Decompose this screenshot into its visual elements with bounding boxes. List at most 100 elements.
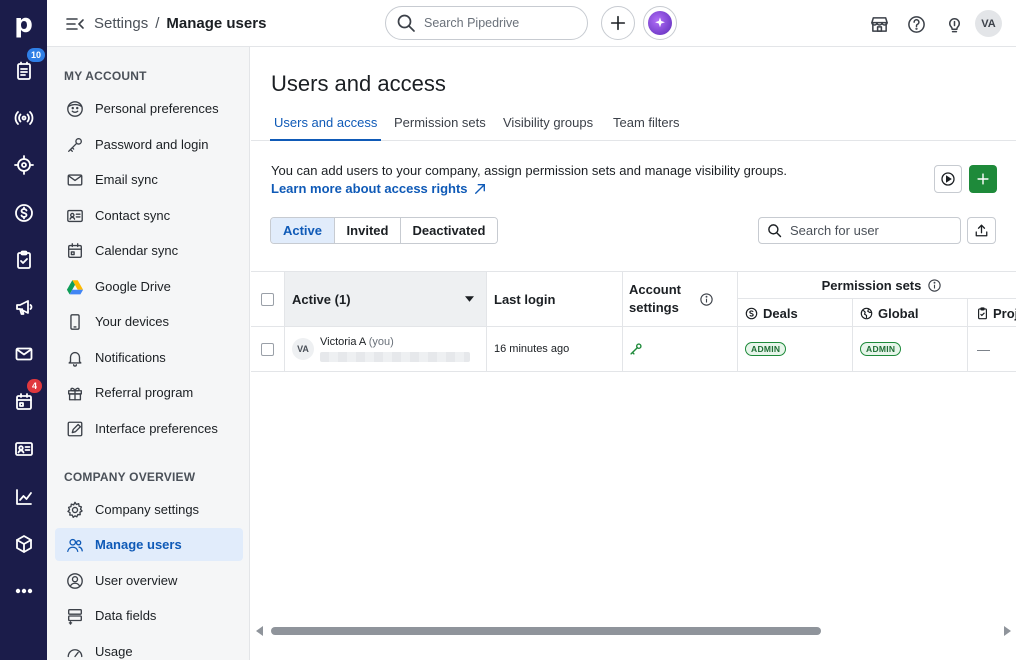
sidebar-item-label: Google Drive bbox=[95, 279, 171, 294]
lightbulb-icon[interactable] bbox=[943, 13, 965, 35]
sidebar-item-label: Interface preferences bbox=[95, 421, 218, 436]
sidebar-item-interface-preferences[interactable]: Interface preferences bbox=[55, 412, 243, 445]
products-icon[interactable] bbox=[11, 531, 37, 557]
row-checkbox[interactable] bbox=[261, 342, 274, 356]
user-cell[interactable]: VA Victoria A (you) bbox=[285, 327, 487, 371]
plus-icon bbox=[977, 173, 989, 185]
global-search-input[interactable]: Search Pipedrive bbox=[385, 6, 588, 40]
select-all-checkbox[interactable] bbox=[261, 292, 274, 306]
filter-invited-button[interactable]: Invited bbox=[335, 218, 401, 243]
quick-add-button[interactable] bbox=[601, 6, 635, 40]
logo-letter: p bbox=[14, 8, 33, 39]
insights-icon[interactable] bbox=[11, 484, 37, 510]
top-bar: Settings / Manage users Search Pipedrive… bbox=[47, 0, 1016, 47]
projects-permission-cell[interactable]: — bbox=[968, 327, 1016, 371]
gauge-icon bbox=[65, 642, 85, 660]
column-header-last-login[interactable]: Last login bbox=[487, 272, 623, 326]
tab-visibility-groups[interactable]: Visibility groups bbox=[503, 115, 593, 141]
info-icon[interactable] bbox=[927, 278, 942, 293]
calendar-icon bbox=[65, 241, 85, 261]
play-circle-icon bbox=[941, 172, 955, 186]
filter-active-button[interactable]: Active bbox=[271, 218, 335, 243]
deals-admin-badge: ADMIN bbox=[745, 342, 787, 356]
megaphone-icon[interactable] bbox=[11, 294, 37, 320]
user-avatar[interactable]: VA bbox=[975, 10, 1002, 37]
tasks-icon[interactable] bbox=[11, 247, 37, 273]
filter-deactivated-button[interactable]: Deactivated bbox=[401, 218, 497, 243]
sidebar-item-usage[interactable]: Usage bbox=[55, 635, 243, 660]
bell-icon bbox=[65, 348, 85, 368]
sidebar-item-your-devices[interactable]: Your devices bbox=[55, 305, 243, 338]
export-button[interactable] bbox=[967, 217, 996, 244]
horizontal-scrollbar[interactable] bbox=[251, 623, 1016, 639]
column-header-global[interactable]: Global bbox=[853, 299, 968, 327]
sidebar-item-calendar-sync[interactable]: Calendar sync bbox=[55, 234, 243, 267]
marketplace-icon[interactable] bbox=[868, 13, 890, 35]
key-icon bbox=[65, 135, 85, 155]
sidebar-item-notifications[interactable]: Notifications bbox=[55, 341, 243, 374]
scroll-left-arrow[interactable] bbox=[256, 626, 263, 636]
google-drive-icon bbox=[65, 277, 85, 297]
gear-icon bbox=[65, 500, 85, 520]
sidebar-item-company-settings[interactable]: Company settings bbox=[55, 493, 243, 526]
column-header-deals[interactable]: Deals bbox=[738, 299, 853, 327]
column-header-active[interactable]: Active (1) bbox=[285, 272, 487, 326]
sidebar-item-personal-preferences[interactable]: Personal preferences bbox=[55, 92, 243, 125]
breadcrumb-parent[interactable]: Settings bbox=[94, 15, 148, 32]
page-description: You can add users to your company, assig… bbox=[271, 163, 787, 178]
pipedrive-logo[interactable]: p bbox=[0, 0, 47, 47]
key-icon[interactable] bbox=[629, 342, 643, 356]
contacts-icon[interactable] bbox=[11, 436, 37, 462]
sidebar-item-password-login[interactable]: Password and login bbox=[55, 128, 243, 161]
tab-team-filters[interactable]: Team filters bbox=[613, 115, 679, 141]
sidebar-item-label: Password and login bbox=[95, 137, 209, 152]
column-deals-label: Deals bbox=[763, 305, 798, 321]
table-row[interactable]: VA Victoria A (you) 16 minutes ago ADMIN… bbox=[251, 327, 1016, 372]
broadcast-icon[interactable] bbox=[11, 105, 37, 131]
sidebar-item-label: User overview bbox=[95, 573, 178, 588]
scroll-thumb[interactable] bbox=[271, 627, 821, 635]
sidebar-item-contact-sync[interactable]: Contact sync bbox=[55, 199, 243, 232]
sidebar-item-manage-users[interactable]: Manage users bbox=[55, 528, 243, 561]
you-tag: (you) bbox=[368, 336, 394, 348]
main-content: Users and access Users and access Permis… bbox=[251, 48, 1016, 660]
sidebar-item-data-fields[interactable]: Data fields bbox=[55, 599, 243, 632]
add-user-button[interactable] bbox=[969, 165, 997, 193]
target-icon[interactable] bbox=[11, 152, 37, 178]
scroll-right-arrow[interactable] bbox=[1004, 626, 1011, 636]
dollar-icon[interactable] bbox=[11, 200, 37, 226]
sidebar-item-google-drive[interactable]: Google Drive bbox=[55, 270, 243, 303]
sidebar-item-label: Email sync bbox=[95, 172, 158, 187]
learn-more-link[interactable]: Learn more about access rights bbox=[271, 181, 486, 196]
ai-assistant-button[interactable] bbox=[643, 6, 677, 40]
help-icon[interactable] bbox=[905, 13, 927, 35]
global-permission-cell[interactable]: ADMIN bbox=[853, 327, 968, 371]
video-tutorial-button[interactable] bbox=[934, 165, 962, 193]
sidebar-item-label: Notifications bbox=[95, 350, 166, 365]
mail-icon[interactable] bbox=[11, 341, 37, 367]
activities-badge: 10 bbox=[27, 48, 46, 62]
users-table: Active (1) Last login Account settings P… bbox=[251, 271, 1016, 372]
user-search-input[interactable]: Search for user bbox=[758, 217, 961, 244]
sidebar-item-label: Data fields bbox=[95, 608, 157, 623]
app-rail: p 10 4 bbox=[0, 0, 47, 660]
plus-icon bbox=[610, 15, 626, 31]
info-icon[interactable] bbox=[699, 292, 714, 307]
table-header-row: Active (1) Last login Account settings P… bbox=[251, 271, 1016, 327]
globe-icon bbox=[860, 307, 873, 319]
column-header-projects[interactable]: Proje bbox=[968, 299, 1016, 327]
deals-permission-cell[interactable]: ADMIN bbox=[738, 327, 853, 371]
search-placeholder: Search Pipedrive bbox=[424, 16, 520, 30]
user-search-placeholder: Search for user bbox=[790, 223, 879, 238]
tab-users-and-access[interactable]: Users and access bbox=[270, 115, 382, 141]
search-icon bbox=[768, 224, 782, 238]
sidebar-item-user-overview[interactable]: User overview bbox=[55, 564, 243, 597]
tab-permission-sets[interactable]: Permission sets bbox=[394, 115, 486, 141]
sidebar-item-email-sync[interactable]: Email sync bbox=[55, 163, 243, 196]
tab-bar: Users and access Permission sets Visibil… bbox=[251, 105, 1016, 141]
caret-down-icon bbox=[465, 296, 474, 302]
collapse-menu-icon[interactable] bbox=[65, 14, 85, 34]
sidebar-item-referral-program[interactable]: Referral program bbox=[55, 376, 243, 409]
sidebar-item-label: Manage users bbox=[95, 537, 182, 552]
more-icon[interactable] bbox=[11, 578, 37, 604]
